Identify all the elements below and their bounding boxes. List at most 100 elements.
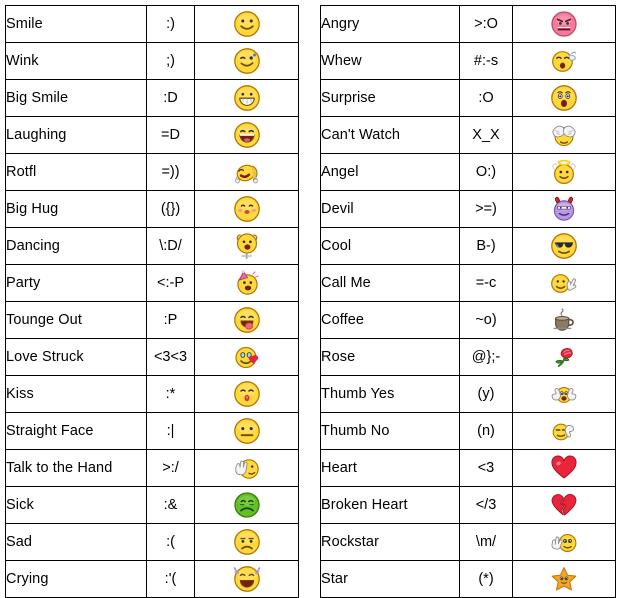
tongue-out-face-icon <box>195 303 298 337</box>
emoticon-code-cell: :'( <box>146 560 195 598</box>
angel-halo-face-icon <box>513 155 615 189</box>
emoticon-name-cell: Call Me <box>320 264 460 302</box>
emoticon-code-cell: O:) <box>459 153 513 191</box>
emoticon-code-cell: \m/ <box>459 523 513 561</box>
emoticon-name-cell: Wink <box>5 42 147 80</box>
love-struck-face-icon <box>195 340 298 374</box>
emoticon-image-cell <box>194 449 299 487</box>
emoticon-code-cell: <3 <box>459 449 513 487</box>
emoticon-image-cell <box>512 375 616 413</box>
emoticon-code-cell: X_X <box>459 116 513 154</box>
emoticon-name-cell: Love Struck <box>5 338 147 376</box>
emoticon-name-cell: Crying <box>5 560 147 598</box>
emoticon-name-cell: Broken Heart <box>320 486 460 524</box>
emoticon-image-cell <box>194 412 299 450</box>
emoticon-table-left: Smile:) Wink;) Big Smile:D Laughing =D Ro… <box>5 5 299 598</box>
cant-watch-hands-icon <box>513 118 615 152</box>
emoticon-table-right: Angry >:O Whew #:-s Surprise:O Can't Watch… <box>320 5 616 598</box>
emoticon-name-cell: Angel <box>320 153 460 191</box>
emoticon-image-cell <box>512 190 616 228</box>
emoticon-reference-page: Smile:) Wink;) Big Smile:D Laughing =D Ro… <box>0 0 617 598</box>
emoticon-code-cell: ;) <box>146 42 195 80</box>
cool-sunglasses-face-icon <box>513 229 615 263</box>
emoticon-table-right-body: Angry >:O Whew #:-s Surprise:O Can't Watch… <box>320 5 616 598</box>
table-row: Thumb Yes (y) <box>320 375 616 413</box>
emoticon-image-cell <box>512 412 616 450</box>
table-row: Sad:( <box>5 523 299 561</box>
emoticon-name-cell: Heart <box>320 449 460 487</box>
heart-icon <box>513 451 615 485</box>
emoticon-image-cell <box>194 153 299 191</box>
emoticon-name-cell: Smile <box>5 5 147 43</box>
kiss-face-icon <box>195 377 298 411</box>
rolling-on-floor-icon <box>195 155 298 189</box>
coffee-cup-icon <box>513 303 615 337</box>
emoticon-image-cell <box>512 5 616 43</box>
whew-sweat-face-icon <box>513 44 615 78</box>
emoticon-name-cell: Whew <box>320 42 460 80</box>
table-row: Wink;) <box>5 42 299 80</box>
table-row: Thumb No (n) <box>320 412 616 450</box>
emoticon-code-cell: :O <box>459 79 513 117</box>
big-hug-face-icon <box>195 192 298 226</box>
table-row: Rose @};- <box>320 338 616 376</box>
laughing-face-icon <box>195 118 298 152</box>
emoticon-code-cell: :( <box>146 523 195 561</box>
emoticon-image-cell <box>512 301 616 339</box>
emoticon-image-cell <box>194 486 299 524</box>
emoticon-code-cell: :| <box>146 412 195 450</box>
emoticon-code-cell: ~o) <box>459 301 513 339</box>
devil-horns-face-icon <box>513 192 615 226</box>
emoticon-name-cell: Talk to the Hand <box>5 449 147 487</box>
emoticon-image-cell <box>512 116 616 154</box>
emoticon-name-cell: Dancing <box>5 227 147 265</box>
emoticon-name-cell: Thumb No <box>320 412 460 450</box>
emoticon-name-cell: Straight Face <box>5 412 147 450</box>
party-hat-face-icon <box>195 266 298 300</box>
emoticon-image-cell <box>194 560 299 598</box>
emoticon-code-cell: <3<3 <box>146 338 195 376</box>
emoticon-image-cell <box>512 264 616 302</box>
emoticon-name-cell: Can't Watch <box>320 116 460 154</box>
emoticon-name-cell: Rockstar <box>320 523 460 561</box>
emoticon-code-cell: :P <box>146 301 195 339</box>
emoticon-image-cell <box>512 153 616 191</box>
table-row: Broken Heart </3 <box>320 486 616 524</box>
table-row: Call Me =-c <box>320 264 616 302</box>
emoticon-name-cell: Cool <box>320 227 460 265</box>
talk-to-the-hand-icon <box>195 451 298 485</box>
emoticon-image-cell <box>512 338 616 376</box>
table-row: Heart <3 <box>320 449 616 487</box>
emoticon-code-cell: :) <box>146 5 195 43</box>
emoticon-code-cell: (*) <box>459 560 513 598</box>
emoticon-code-cell: (n) <box>459 412 513 450</box>
emoticon-code-cell: \:D/ <box>146 227 195 265</box>
rose-flower-icon <box>513 340 615 374</box>
call-me-hand-icon <box>513 266 615 300</box>
emoticon-code-cell: =-c <box>459 264 513 302</box>
emoticon-name-cell: Big Hug <box>5 190 147 228</box>
big-smile-face-icon <box>195 81 298 115</box>
emoticon-name-cell: Thumb Yes <box>320 375 460 413</box>
emoticon-name-cell: Star <box>320 560 460 598</box>
table-row: Talk to the Hand >:/ <box>5 449 299 487</box>
emoticon-code-cell: </3 <box>459 486 513 524</box>
table-row: Big Smile:D <box>5 79 299 117</box>
angry-red-face-icon <box>513 7 615 41</box>
emoticon-image-cell <box>512 486 616 524</box>
emoticon-code-cell: >:O <box>459 5 513 43</box>
table-row: Angry >:O <box>320 5 616 43</box>
table-row: Rockstar \m/ <box>320 523 616 561</box>
emoticon-name-cell: Sad <box>5 523 147 561</box>
straight-face-icon <box>195 414 298 448</box>
emoticon-code-cell: :D <box>146 79 195 117</box>
table-row: Smile:) <box>5 5 299 43</box>
thumbs-down-icon <box>513 414 615 448</box>
table-row: Kiss:* <box>5 375 299 413</box>
emoticon-name-cell: Surprise <box>320 79 460 117</box>
table-row: Laughing =D <box>5 116 299 154</box>
thumbs-up-icon <box>513 377 615 411</box>
emoticon-name-cell: Kiss <box>5 375 147 413</box>
emoticon-code-cell: (y) <box>459 375 513 413</box>
table-row: Rotfl =)) <box>5 153 299 191</box>
